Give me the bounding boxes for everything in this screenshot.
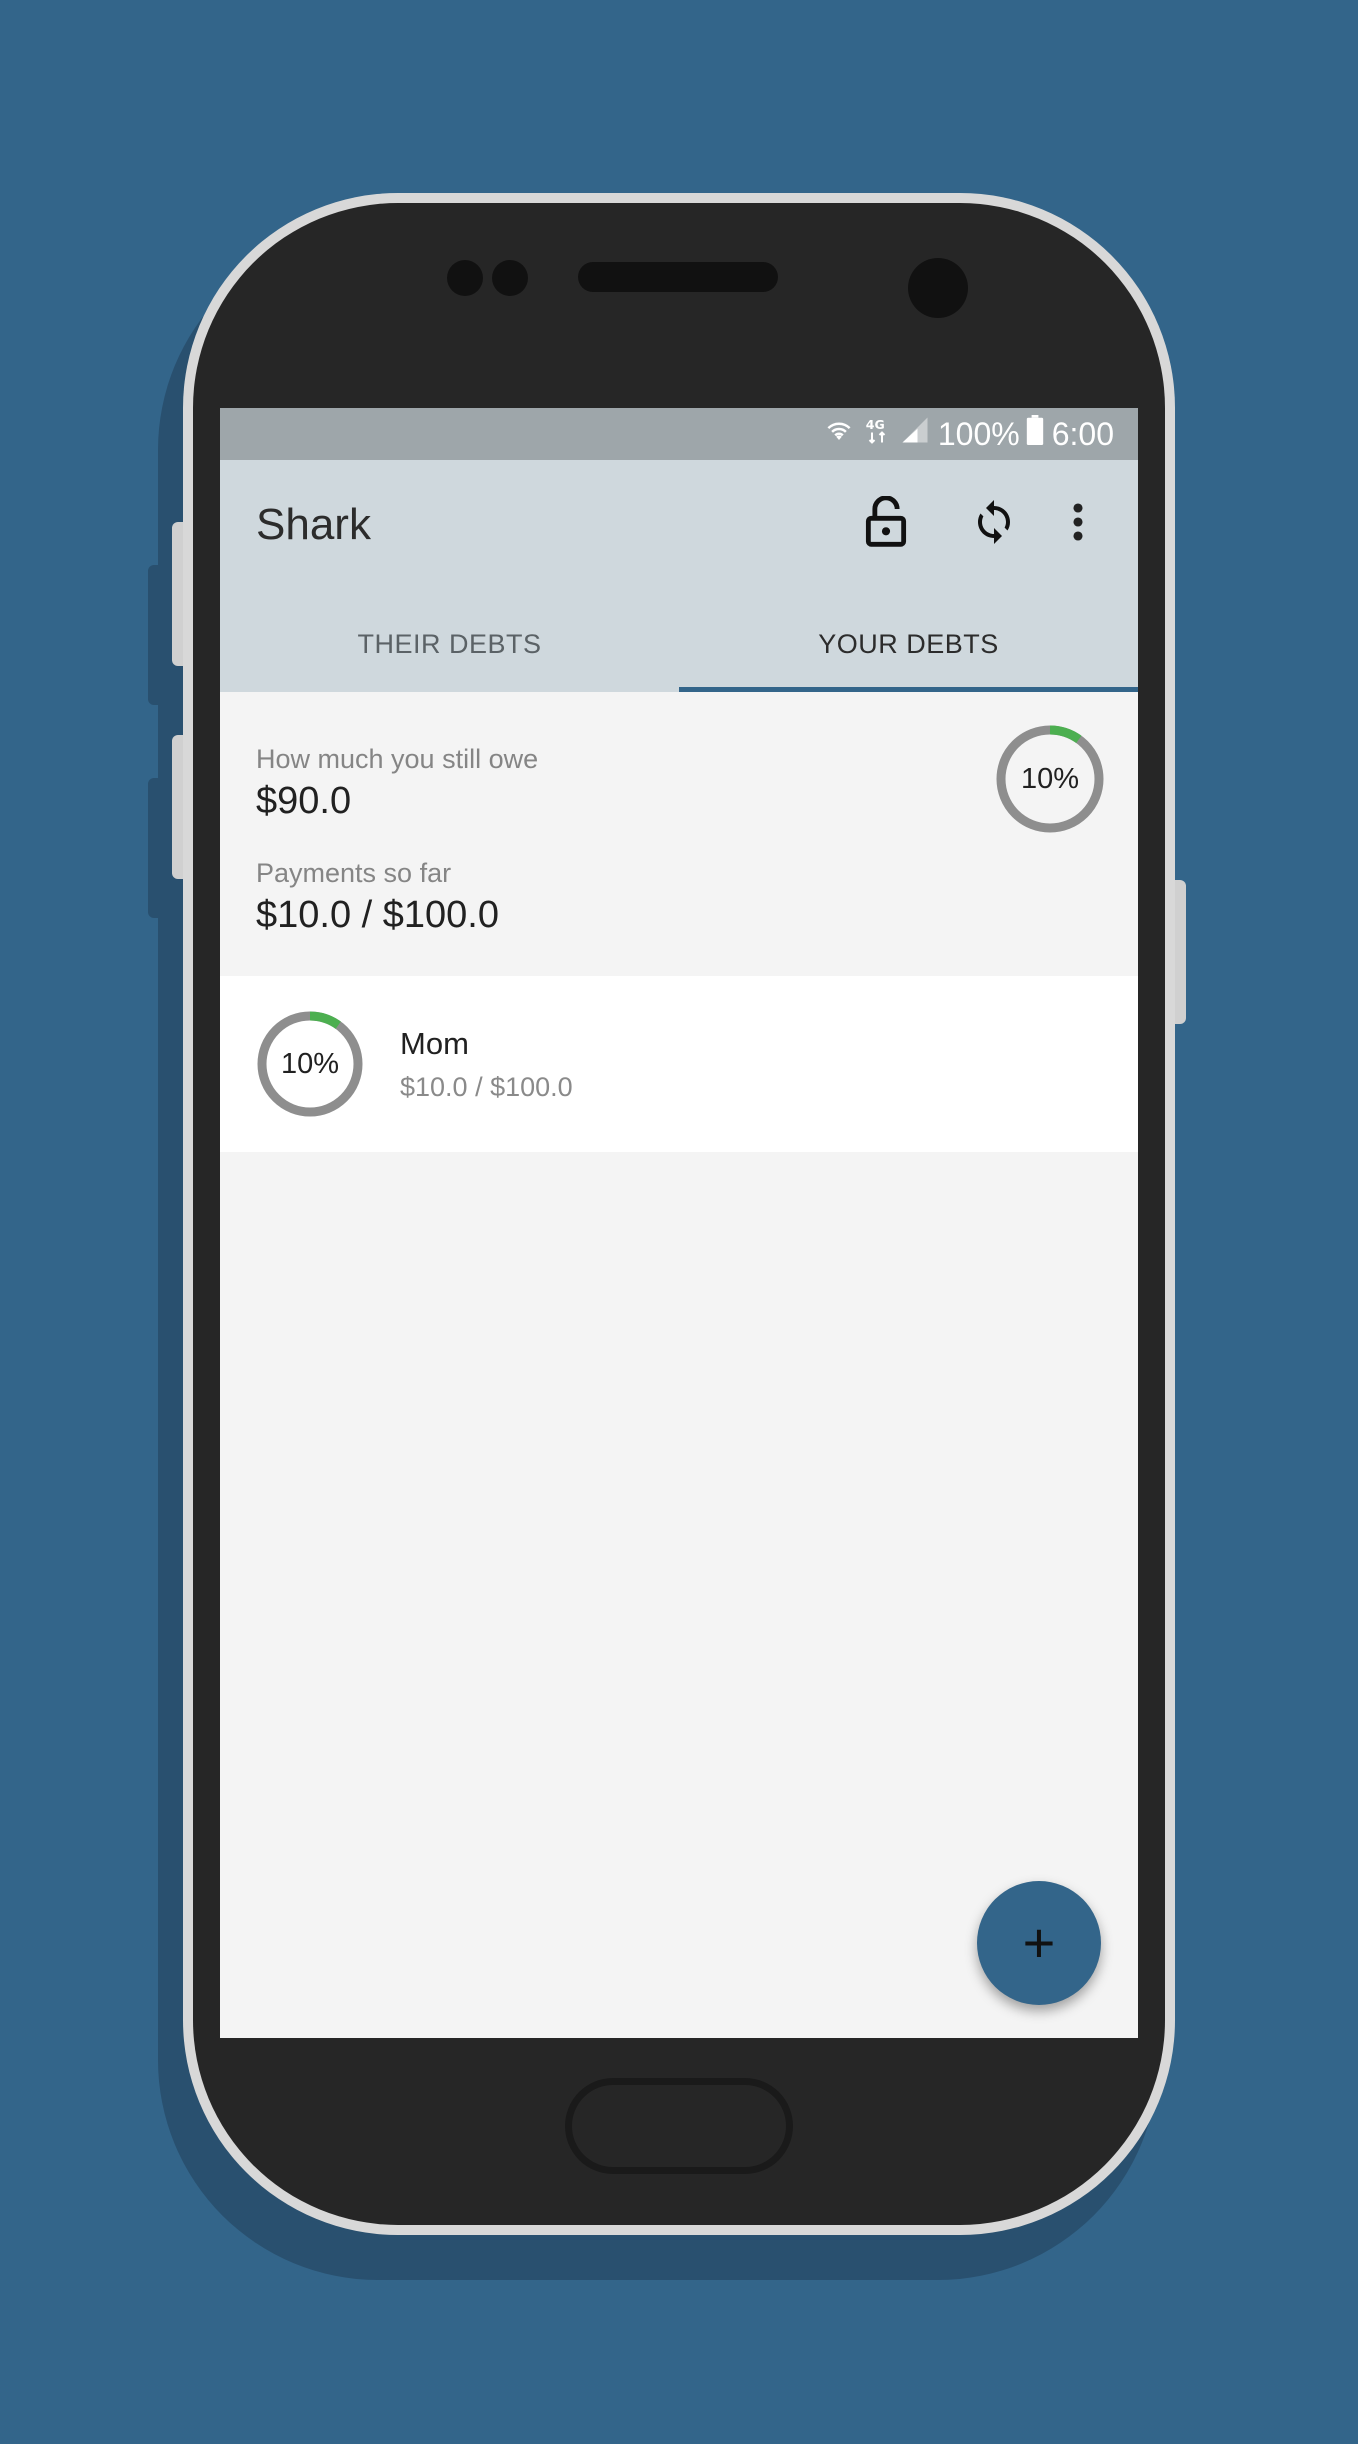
list-item[interactable]: 10% Mom $10.0 / $100.0 (220, 976, 1138, 1152)
signal-icon (900, 415, 930, 453)
tab-their-debts[interactable]: THEIR DEBTS (220, 596, 679, 692)
battery-icon (1026, 415, 1044, 453)
debt-progress-label: 10% (280, 1047, 340, 1080)
owe-label: How much you still owe (256, 744, 539, 774)
battery-percent: 100% (937, 415, 1020, 452)
4g-icon: 4G (864, 415, 890, 453)
debt-name: Mom (400, 1026, 469, 1061)
add-debt-button[interactable]: + (977, 1881, 1101, 2005)
summary-progress-ring: 10% (995, 724, 1105, 834)
tab-your-debts[interactable]: YOUR DEBTS (679, 596, 1138, 692)
status-bar: 4G 100% 6:00 (220, 408, 1138, 460)
svg-text:4G: 4G (866, 417, 885, 432)
app-title: Shark (256, 500, 371, 549)
payments-label: Payments so far (256, 858, 452, 888)
clock: 6:00 (1051, 415, 1114, 452)
tab-bar: THEIR DEBTS YOUR DEBTS (220, 596, 1138, 692)
sensor-dot (447, 260, 483, 296)
debt-summary: How much you still owe $90.0 Payments so… (220, 692, 1138, 976)
app-bar: Shark THEIR DEBTS YOUR DEBTS (220, 460, 1138, 692)
lock-open-icon[interactable] (854, 490, 918, 554)
earpiece-speaker (578, 262, 778, 292)
payments-value: $10.0 / $100.0 (256, 894, 499, 936)
debt-progress-ring: 10% (256, 1010, 364, 1118)
summary-progress-label: 10% (1020, 762, 1080, 795)
debt-amount: $10.0 / $100.0 (400, 1072, 573, 1102)
home-button[interactable] (565, 2078, 793, 2174)
more-vert-icon[interactable] (1056, 490, 1100, 554)
owe-value: $90.0 (256, 780, 352, 822)
sync-icon[interactable] (962, 490, 1026, 554)
screen: 4G 100% 6:00 Shark THEIR DEBTS YOUR DEBT… (220, 408, 1138, 2038)
wifi-icon (824, 415, 854, 453)
sensor-dot (492, 260, 528, 296)
front-camera (908, 258, 968, 318)
